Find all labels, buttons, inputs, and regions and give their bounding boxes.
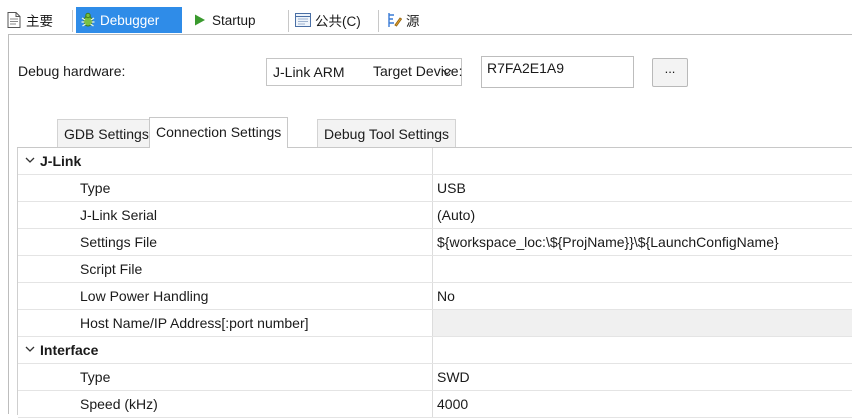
- property-value[interactable]: ${workspace_loc:\${ProjName}}\${LaunchCo…: [432, 229, 852, 255]
- property-value[interactable]: SWD: [432, 364, 852, 390]
- tab-common-label: 公共(C): [315, 14, 361, 29]
- tree-group-value: [432, 148, 852, 174]
- tree-row[interactable]: Low Power Handling No: [18, 283, 852, 310]
- debug-hardware-label: Debug hardware:: [18, 63, 126, 79]
- debugger-settings-panel: Debug hardware: J-Link ARM Target Device…: [8, 34, 852, 418]
- property-name: J-Link Serial: [80, 207, 158, 223]
- tab-connection-settings[interactable]: Connection Settings: [149, 117, 289, 148]
- property-name: Host Name/IP Address[:port number]: [80, 315, 309, 331]
- play-icon: [192, 12, 208, 28]
- tree-row[interactable]: J-Link Serial (Auto): [18, 202, 852, 229]
- tree-group-interface[interactable]: Interface: [18, 337, 852, 364]
- chevron-down-icon[interactable]: [24, 343, 36, 358]
- launch-config-tab-bar: 主要 Debugger Startup 公共(C) 源: [0, 0, 852, 34]
- chevron-down-icon[interactable]: [24, 154, 36, 169]
- tree-row[interactable]: Settings File ${workspace_loc:\${ProjNam…: [18, 229, 852, 256]
- tab-main-label: 主要: [26, 14, 53, 29]
- tab-startup-label: Startup: [212, 12, 256, 28]
- property-name: Type: [80, 180, 111, 196]
- tree-row[interactable]: Type SWD: [18, 364, 852, 391]
- tab-source-label: 源: [406, 14, 420, 29]
- tree-group-label: J-Link: [40, 153, 82, 169]
- tab-main[interactable]: 主要: [2, 7, 57, 33]
- property-name: Speed (kHz): [80, 396, 158, 412]
- tree-group-label: Interface: [40, 342, 99, 358]
- tab-separator: [378, 10, 379, 32]
- tab-startup[interactable]: Startup: [188, 7, 260, 33]
- target-device-input[interactable]: [482, 57, 633, 87]
- window-icon: [295, 12, 311, 28]
- connection-property-tree: J-Link Type USB J-Link Serial (Auto) Set…: [17, 148, 852, 418]
- property-name: Settings File: [80, 234, 158, 250]
- tab-common[interactable]: 公共(C): [291, 7, 365, 33]
- property-value[interactable]: No: [432, 283, 852, 309]
- target-device-field[interactable]: [481, 56, 634, 88]
- tab-gdb-settings[interactable]: GDB Settings: [57, 119, 156, 147]
- property-name: Type: [80, 369, 111, 385]
- tab-debugger[interactable]: Debugger: [76, 7, 182, 33]
- property-name: Script File: [80, 261, 143, 277]
- tab-separator: [72, 10, 73, 32]
- property-name: Low Power Handling: [80, 288, 209, 304]
- property-value[interactable]: 4000: [432, 391, 852, 417]
- debug-hardware-value: J-Link ARM: [273, 64, 345, 80]
- tree-group-value: [432, 337, 852, 363]
- source-lookup-icon: [386, 12, 402, 28]
- property-value[interactable]: USB: [432, 175, 852, 201]
- target-device-label: Target Device:: [373, 63, 463, 79]
- tree-group-jlink[interactable]: J-Link: [18, 148, 852, 175]
- property-value[interactable]: [432, 256, 852, 282]
- document-icon: [6, 12, 22, 28]
- bug-icon: [80, 12, 96, 28]
- property-value: [432, 310, 852, 336]
- tab-source[interactable]: 源: [382, 7, 424, 33]
- tab-separator: [288, 10, 289, 32]
- tab-debug-tool-settings[interactable]: Debug Tool Settings: [317, 119, 457, 147]
- tree-row[interactable]: Script File: [18, 256, 852, 283]
- browse-device-button[interactable]: ...: [652, 58, 688, 87]
- tab-debugger-label: Debugger: [100, 12, 160, 28]
- tree-row[interactable]: Host Name/IP Address[:port number]: [18, 310, 852, 337]
- property-value[interactable]: (Auto): [432, 202, 852, 228]
- tree-row[interactable]: Type USB: [18, 175, 852, 202]
